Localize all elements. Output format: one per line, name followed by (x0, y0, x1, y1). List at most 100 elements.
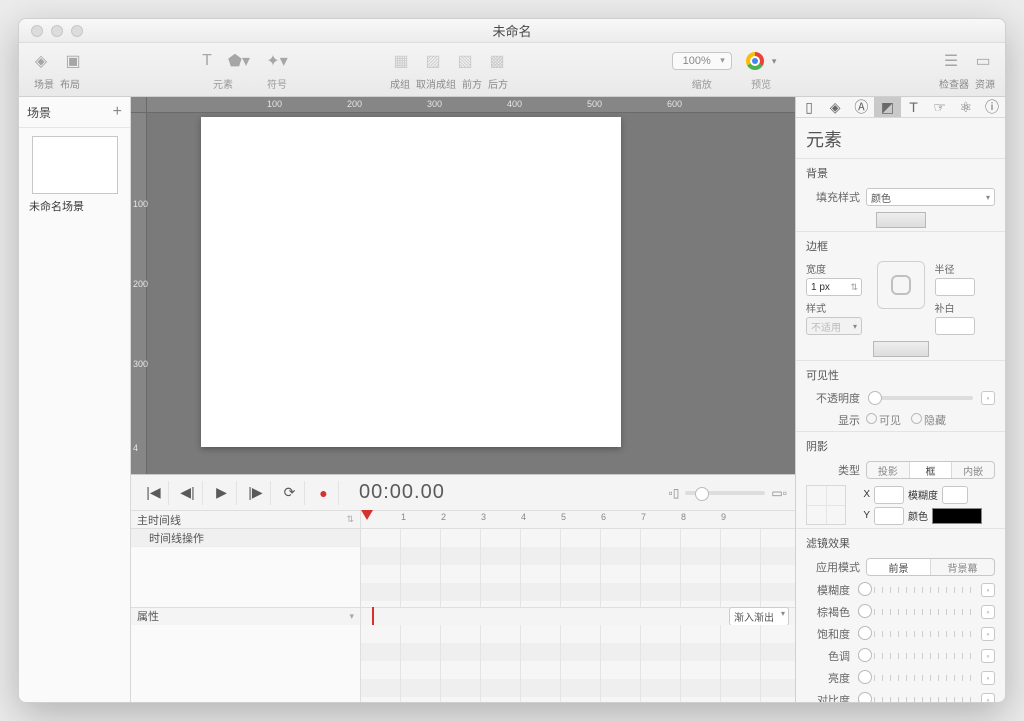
tab-document-icon[interactable]: ▯ (796, 97, 822, 117)
add-scene-button[interactable]: + (113, 103, 122, 121)
window-title: 未命名 (19, 21, 1005, 40)
chrome-icon[interactable] (746, 52, 764, 70)
main-timeline-label[interactable]: 主时间线 (137, 512, 181, 528)
radius-input[interactable] (935, 278, 975, 296)
tab-layers-icon[interactable]: ◈ (822, 97, 848, 117)
tab-actions-icon[interactable]: ☞ (927, 97, 953, 117)
tab-element-icon[interactable]: ◩ (874, 97, 900, 117)
scene-name[interactable]: 未命名场景 (19, 198, 130, 214)
zoom-in-icon[interactable]: ▭▫ (771, 486, 787, 500)
border-width-stepper[interactable]: 1 px (806, 278, 862, 296)
padding-input[interactable] (935, 317, 975, 335)
shadow-offset-grid[interactable] (806, 485, 846, 525)
toolbar-label-zoom: 缩放 (692, 76, 712, 91)
tab-metrics-icon[interactable]: Ⓐ (848, 97, 874, 117)
tab-text-icon[interactable]: T (901, 97, 927, 117)
easing-dropdown[interactable]: 渐入渐出 (729, 607, 789, 626)
timeline-track-grid[interactable] (361, 529, 795, 607)
next-frame-button[interactable]: |▶ (241, 481, 271, 505)
properties-label[interactable]: 属性 (137, 608, 159, 624)
ruler-corner (131, 97, 147, 113)
opacity-field[interactable]: ◦ (981, 391, 995, 405)
zoom-out-icon[interactable]: ▫▯ (669, 486, 680, 500)
hidden-radio[interactable] (911, 413, 922, 424)
border-style-select[interactable]: 不适用 (806, 317, 862, 335)
toolbar-label-element: 元素 (213, 76, 233, 91)
filter-blur-slider[interactable] (858, 587, 973, 593)
scenes-panel: 场景 + 未命名场景 (19, 97, 131, 702)
border-diagram[interactable] (877, 261, 925, 309)
canvas[interactable] (201, 117, 621, 447)
apply-mode-segment[interactable]: 前景 背景幕 (866, 558, 995, 576)
prev-frame-button[interactable]: ◀| (173, 481, 203, 505)
layers-icon[interactable]: ◈ (29, 50, 53, 72)
padding-label: 补白 (935, 300, 996, 315)
filter-saturate-slider[interactable] (858, 631, 973, 637)
ruler-horizontal: 100 200 300 400 500 600 (147, 97, 795, 113)
shadow-y-input[interactable] (874, 507, 904, 525)
fill-style-select[interactable]: 颜色 (866, 188, 995, 206)
timeline-ruler[interactable]: 1 2 3 4 5 6 7 8 9 (361, 511, 795, 528)
window-controls (31, 25, 83, 37)
toolbar: ◈ ▣ 场景 布局 T ⬟▾ 元素 ✦▾ 符号 ▦ ▨ ▧ (19, 43, 1005, 97)
shadow-blur-input[interactable] (942, 486, 968, 504)
display-label: 显示 (806, 412, 860, 428)
filter-brightness-slider[interactable] (858, 675, 973, 681)
shadow-type-segment[interactable]: 投影 框 内嵌 (866, 461, 995, 479)
shadow-color-swatch[interactable] (932, 508, 982, 524)
border-color-swatch[interactable] (873, 341, 929, 357)
radius-label: 半径 (935, 261, 996, 276)
tab-identity-icon[interactable]: ⓘ (979, 97, 1005, 117)
tab-physics-icon[interactable]: ⚛ (953, 97, 979, 117)
visible-radio[interactable] (866, 413, 877, 424)
app-window: 未命名 ◈ ▣ 场景 布局 T ⬟▾ 元素 ✦▾ 符号 (18, 18, 1006, 703)
shape-icon[interactable]: ⬟▾ (227, 50, 251, 72)
group-icon[interactable]: ▦ (389, 50, 413, 72)
scenes-heading: 场景 (27, 104, 51, 121)
rewind-button[interactable]: |◀ (139, 481, 169, 505)
ungroup-icon[interactable]: ▨ (421, 50, 445, 72)
chevron-down-icon[interactable]: ▾ (349, 611, 354, 622)
back-icon[interactable]: ▩ (485, 50, 509, 72)
toolbar-group-ops: ▦ ▨ ▧ ▩ 成组 取消成组 前方 后方 (389, 48, 509, 91)
shadow-type-label: 类型 (806, 462, 860, 478)
scene-thumbnail[interactable] (32, 136, 118, 194)
section-visibility: 可见性 (796, 360, 1005, 387)
filter-sepia-slider[interactable] (858, 609, 973, 615)
timeline-actions-track[interactable]: 时间线操作 (131, 529, 360, 547)
fill-color-swatch[interactable] (876, 212, 926, 228)
main-area: 场景 + 未命名场景 100 200 300 400 500 600 100 (19, 97, 1005, 702)
section-filter: 滤镜效果 (796, 528, 1005, 555)
shadow-x-input[interactable] (874, 486, 904, 504)
apply-mode-label: 应用模式 (806, 559, 860, 575)
loop-button[interactable]: ⟳ (275, 481, 305, 505)
briefcase-icon[interactable]: ▭ (971, 50, 995, 72)
timeline-props-grid[interactable] (361, 625, 795, 703)
front-icon[interactable]: ▧ (453, 50, 477, 72)
record-button[interactable]: ● (309, 481, 339, 505)
zoom-icon[interactable] (71, 25, 83, 37)
filter-contrast-slider[interactable] (858, 697, 973, 702)
play-button[interactable]: ▶ (207, 481, 237, 505)
sliders-icon[interactable]: ☰ (939, 50, 963, 72)
border-style-label: 样式 (806, 300, 867, 315)
playhead-icon[interactable] (361, 510, 373, 520)
section-background: 背景 (796, 158, 1005, 185)
inspector-panel: ▯ ◈ Ⓐ ◩ T ☞ ⚛ ⓘ 元素 背景 填充样式 颜色 边框 宽度 (795, 97, 1005, 702)
timecode: 00:00.00 (359, 481, 445, 504)
canvas-area[interactable]: 100 200 300 400 500 600 100 200 300 4 (131, 97, 795, 474)
toolbar-preview: ▾ 预览 (746, 48, 777, 91)
chevron-updown-icon[interactable]: ⇅ (346, 514, 354, 525)
minimize-icon[interactable] (51, 25, 63, 37)
timeline-zoom-slider[interactable] (685, 491, 765, 495)
text-icon[interactable]: T (195, 50, 219, 72)
zoom-dropdown[interactable]: 100% (672, 52, 732, 70)
close-icon[interactable] (31, 25, 43, 37)
toolbar-label-symbol: 符号 (267, 76, 287, 91)
layout-icon[interactable]: ▣ (61, 50, 85, 72)
opacity-slider[interactable] (868, 396, 973, 400)
inspector-tabs: ▯ ◈ Ⓐ ◩ T ☞ ⚛ ⓘ (796, 97, 1005, 118)
filter-hue-slider[interactable] (858, 653, 973, 659)
puzzle-icon[interactable]: ✦▾ (265, 50, 289, 72)
center-column: 100 200 300 400 500 600 100 200 300 4 |◀ (131, 97, 795, 702)
